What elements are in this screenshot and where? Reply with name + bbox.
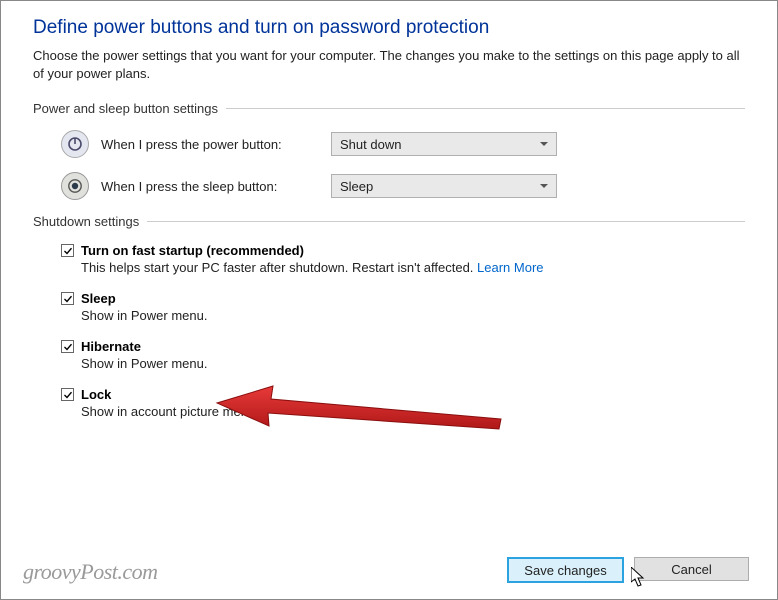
- checkbox-lock[interactable]: [61, 388, 74, 401]
- section-power-sleep: Power and sleep button settings: [33, 101, 745, 116]
- section-shutdown: Shutdown settings: [33, 214, 745, 229]
- page-description: Choose the power settings that you want …: [33, 47, 745, 83]
- sleep-button-row: When I press the sleep button: Sleep: [61, 172, 745, 200]
- power-options-panel: Define power buttons and turn on passwor…: [1, 1, 777, 447]
- power-button-label: When I press the power button:: [101, 137, 319, 152]
- power-icon: [61, 130, 89, 158]
- sleep-icon: [61, 172, 89, 200]
- power-button-row: When I press the power button: Shut down: [61, 130, 745, 158]
- button-bar: Save changes Cancel: [507, 557, 749, 583]
- save-changes-button[interactable]: Save changes: [507, 557, 624, 583]
- opt-hibernate: Hibernate Show in Power menu.: [61, 339, 745, 371]
- power-button-dropdown[interactable]: Shut down: [331, 132, 557, 156]
- checkbox-fast-startup[interactable]: [61, 244, 74, 257]
- opt-sleep: Sleep Show in Power menu.: [61, 291, 745, 323]
- opt-lock: Lock Show in account picture menu.: [61, 387, 745, 419]
- learn-more-link[interactable]: Learn More: [477, 260, 543, 275]
- watermark: groovyPost.com: [23, 559, 158, 585]
- sleep-button-label: When I press the sleep button:: [101, 179, 319, 194]
- cancel-button[interactable]: Cancel: [634, 557, 749, 581]
- checkbox-hibernate[interactable]: [61, 340, 74, 353]
- checkbox-sleep[interactable]: [61, 292, 74, 305]
- sleep-button-dropdown[interactable]: Sleep: [331, 174, 557, 198]
- opt-fast-startup: Turn on fast startup (recommended) This …: [61, 243, 745, 275]
- page-title: Define power buttons and turn on passwor…: [33, 17, 745, 39]
